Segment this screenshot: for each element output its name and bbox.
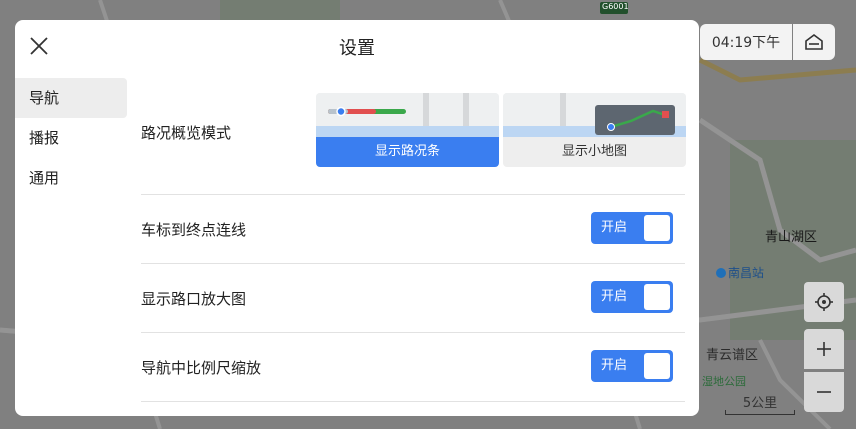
map-label-qingyun: 青云谱区 (706, 348, 759, 363)
zoom-out-button[interactable] (804, 372, 844, 412)
nav-item-broadcast[interactable]: 播报 (15, 118, 127, 158)
mini-map-preview (503, 93, 686, 137)
map-scale-bar (725, 410, 795, 415)
locate-icon (815, 293, 833, 311)
road-badge: G6001 (602, 2, 629, 11)
toggle-knob (644, 353, 670, 379)
mode-option-mini-map[interactable]: 显示小地图 (503, 93, 686, 167)
toggle-state-label: 开启 (601, 358, 628, 373)
mode-option-traffic-bar[interactable]: 显示路况条 (316, 93, 499, 167)
map-label-station: 南昌站 (716, 264, 764, 281)
map-label-park: 湿地公园 (702, 375, 746, 388)
toggle-row-scale-zoom: 导航中比例尺缩放 开启 (141, 333, 685, 402)
locate-button[interactable] (804, 282, 844, 322)
home-icon (805, 34, 823, 50)
overview-mode-label: 路况概览模式 (141, 124, 232, 142)
nav-item-navigation[interactable]: 导航 (15, 78, 127, 118)
junction-zoom-label: 显示路口放大图 (141, 290, 247, 308)
home-button[interactable] (793, 24, 835, 60)
toggle-row-destination-line: 车标到终点连线 开启 (141, 195, 685, 264)
settings-dialog: 设置 导航 播报 通用 路况概览模式 显示路况条 显示小地图 车标到终点连线 开… (15, 20, 699, 416)
toggle-row-junction-zoom: 显示路口放大图 开启 (141, 264, 685, 333)
dialog-title: 设置 (339, 38, 375, 59)
plus-icon (817, 342, 831, 356)
map-label-district: 青山湖区 (765, 230, 818, 245)
scale-zoom-label: 导航中比例尺缩放 (141, 359, 262, 377)
nav-item-general[interactable]: 通用 (15, 158, 127, 198)
minus-icon (817, 391, 831, 393)
time-display: 04:19下午 (700, 24, 792, 60)
overview-mode-row: 路况概览模式 显示路况条 显示小地图 (141, 82, 686, 195)
toggle-state-label: 开启 (601, 289, 628, 304)
destination-line-label: 车标到终点连线 (141, 221, 247, 239)
mode-option-mini-map-label: 显示小地图 (503, 137, 686, 167)
settings-nav: 导航 播报 通用 (15, 78, 127, 198)
mode-option-traffic-bar-label: 显示路况条 (316, 137, 499, 167)
toggle-state-label: 开启 (601, 220, 628, 235)
settings-content: 路况概览模式 显示路况条 显示小地图 车标到终点连线 开启 显示路口放大图 开启… (141, 82, 686, 402)
zoom-in-button[interactable] (804, 329, 844, 369)
toggle-knob (644, 215, 670, 241)
scale-zoom-toggle[interactable]: 开启 (591, 350, 673, 382)
destination-line-toggle[interactable]: 开启 (591, 212, 673, 244)
toggle-knob (644, 284, 670, 310)
map-scale-label: 5公里 (742, 396, 778, 411)
junction-zoom-toggle[interactable]: 开启 (591, 281, 673, 313)
traffic-bar-preview (316, 93, 499, 137)
station-icon (716, 268, 726, 278)
